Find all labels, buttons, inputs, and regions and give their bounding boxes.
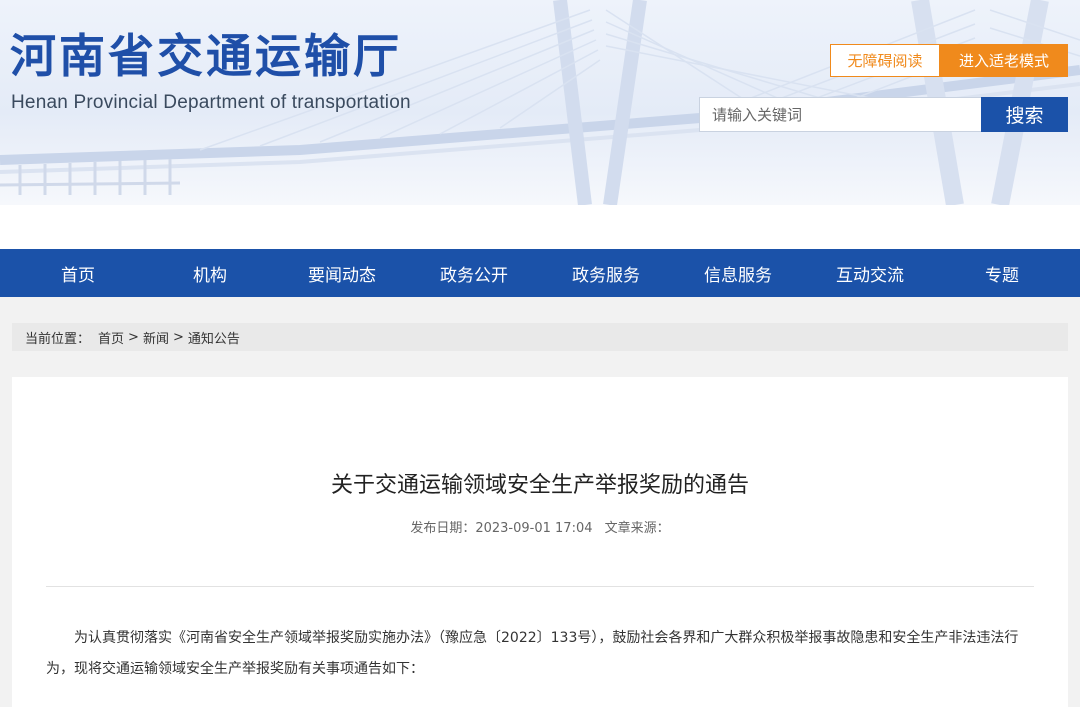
- nav-item-topics[interactable]: 专题: [936, 249, 1068, 297]
- breadcrumb-separator: >: [172, 329, 184, 345]
- site-subtitle: Henan Provincial Department of transport…: [11, 92, 411, 113]
- main-nav: 首页 机构 要闻动态 政务公开 政务服务 信息服务 互动交流 专题: [0, 249, 1080, 297]
- nav-item-gov-affairs-disclosure[interactable]: 政务公开: [408, 249, 540, 297]
- site-title: 河南省交通运输厅: [10, 29, 402, 83]
- breadcrumb: 当前位置： 首页 > 新闻 > 通知公告: [12, 323, 1068, 351]
- breadcrumb-item-home[interactable]: 首页: [98, 328, 124, 347]
- breadcrumb-item-notices[interactable]: 通知公告: [188, 328, 240, 347]
- nav-item-news[interactable]: 要闻动态: [276, 249, 408, 297]
- nav-item-home[interactable]: 首页: [12, 249, 144, 297]
- accessible-reading-button[interactable]: 无障碍阅读: [830, 44, 940, 77]
- breadcrumb-separator: >: [128, 329, 139, 345]
- breadcrumb-label: 当前位置：: [25, 331, 91, 347]
- publish-date: 发布日期：2023-09-01 17:04: [410, 521, 593, 536]
- elder-mode-button[interactable]: 进入适老模式: [940, 44, 1068, 77]
- divider: [46, 586, 1034, 587]
- article-meta: 发布日期：2023-09-01 17:04 文章来源：: [12, 517, 1068, 536]
- search-button[interactable]: 搜索: [981, 97, 1068, 132]
- article-paragraph: 为认真贯彻落实《河南省安全生产领域举报奖励实施办法》（豫应急〔2022〕133号…: [46, 630, 1019, 677]
- article-title: 关于交通运输领域安全生产举报奖励的通告: [330, 473, 749, 498]
- nav-item-info-services[interactable]: 信息服务: [672, 249, 804, 297]
- site-header: 河南省交通运输厅 Henan Provincial Department of …: [0, 0, 1080, 205]
- nav-item-organization[interactable]: 机构: [144, 249, 276, 297]
- nav-item-interaction[interactable]: 互动交流: [804, 249, 936, 297]
- nav-item-gov-services[interactable]: 政务服务: [540, 249, 672, 297]
- search-input[interactable]: [699, 97, 981, 132]
- breadcrumb-item-news[interactable]: 新闻: [143, 328, 169, 347]
- article-card: 关于交通运输领域安全生产举报奖励的通告 发布日期：2023-09-01 17:0…: [12, 377, 1068, 707]
- header-spacer: [0, 205, 1080, 249]
- article-source: 文章来源：: [604, 521, 670, 536]
